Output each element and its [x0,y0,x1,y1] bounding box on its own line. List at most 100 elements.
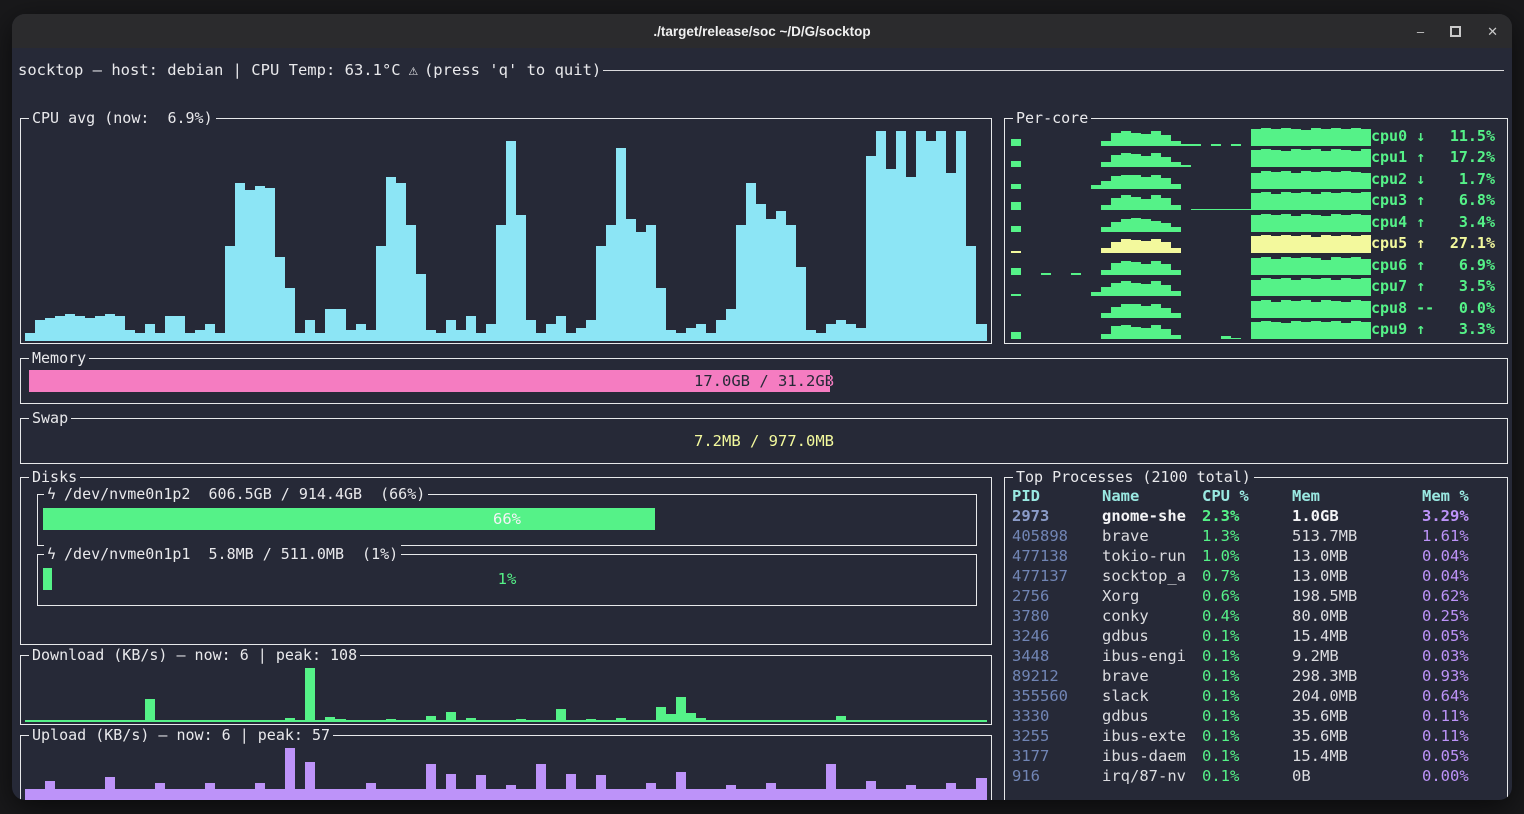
app-header: socktop — host: debian | CPU Temp: 63.1°… [18,61,1504,79]
chart-bar [806,720,816,722]
chart-bar [135,720,145,722]
core-sparkline [1011,213,1371,232]
core-label: cpu5↑27.1% [1371,234,1495,253]
chart-bar [105,720,115,722]
chart-bar [906,177,916,341]
chart-bar [386,789,396,800]
chart-bar [195,720,205,722]
chart-bar [145,699,155,722]
chart-bar [55,316,65,341]
core-label: cpu6↑6.9% [1371,256,1495,275]
process-cell: 0.64% [1422,686,1502,706]
core-sparkline [1011,191,1371,210]
chart-bar [806,330,816,341]
process-row: 3780conky0.4%80.0MB0.25% [1012,606,1502,626]
chart-bar [966,246,976,341]
process-cell: gdbus [1102,626,1202,646]
chart-bar [656,288,666,341]
process-cell: 3.29% [1422,506,1502,526]
sparkline-bar [1281,214,1291,232]
chart-bar [686,328,696,341]
chart-bar [135,333,145,341]
sparkline-bar [1341,129,1351,146]
sparkline-bar [1281,278,1291,296]
chart-bar [25,789,35,800]
process-table-header: PIDNameCPU %MemMem % [1012,486,1502,506]
chart-bar [776,789,786,800]
process-cell: 1.0% [1202,546,1292,566]
sparkline-bar [1251,150,1261,167]
sparkline-bar [1361,173,1371,189]
core-usage-value: 3.4% [1425,213,1495,231]
sparkline-bar [1161,135,1171,146]
sparkline-bar [1121,175,1131,189]
sparkline-bar [1151,221,1161,232]
chart-bar [946,173,956,341]
sparkline-bar [1121,195,1131,210]
core-sparkline [1011,148,1371,167]
chart-bar [726,309,736,341]
sparkline-bar [1261,171,1271,189]
chart-bar [626,789,636,800]
chart-bar [486,720,496,722]
sparkline-bar [1351,236,1361,253]
sparkline-bar [1161,157,1171,167]
maximize-icon[interactable] [1450,26,1461,37]
sparkline-bar [1191,209,1201,210]
sparkline-bar [1121,153,1131,167]
sparkline-bar [1141,328,1151,339]
chart-bar [496,789,506,800]
process-cell: 0.1% [1202,686,1292,706]
chart-bar [205,783,215,800]
process-cell: 0.93% [1422,666,1502,686]
close-icon[interactable]: ✕ [1487,25,1498,38]
chart-bar [486,789,496,800]
chart-bar [886,169,896,341]
chart-bar [686,713,696,722]
core-sparkline [1011,320,1371,339]
per-core-row: cpu7↑3.5% [1011,277,1501,296]
process-cell: 0.11% [1422,706,1502,726]
core-trend-icon: ↑ [1416,148,1425,166]
sparkline-bar [1181,165,1191,167]
chart-bar [596,246,606,341]
chart-bar [846,720,856,722]
disk1-title: /dev/nvme0n1p2 606.5GB / 914.4GB (66%) [64,485,425,503]
chart-bar [966,789,976,800]
sparkline-bar [1101,313,1111,318]
sparkline-bar [1141,219,1151,232]
sparkline-bar [1311,215,1321,232]
chart-bar [245,190,255,341]
sparkline-bar [1101,205,1111,210]
core-trend-icon: ↓ [1416,127,1425,145]
core-trend-icon: ↑ [1416,256,1425,274]
sparkline-bar [1281,323,1291,339]
chart-bar [836,716,846,722]
core-label: cpu2↓1.7% [1371,170,1495,189]
sparkline-bar [1011,139,1021,146]
chart-bar [135,789,145,800]
chart-bar [506,141,516,341]
chart-bar [706,789,716,800]
chart-bar [946,783,956,800]
sparkline-bar [1331,236,1341,253]
core-usage-value: 3.5% [1425,277,1495,295]
core-name: cpu7 [1371,277,1407,295]
cpu-avg-title: CPU avg (now: 6.9%) [29,109,216,127]
chart-bar [576,720,586,722]
minimize-icon[interactable]: – [1417,25,1424,38]
process-cell: 0.1% [1202,746,1292,766]
sparkline-bar [1111,155,1121,167]
window-titlebar[interactable]: ./target/release/soc ~/D/G/socktop – ✕ [12,14,1512,48]
core-label: cpu7↑3.5% [1371,277,1495,296]
process-cell: 35.6MB [1292,726,1422,746]
chart-bar [145,789,155,800]
process-cell: 89212 [1012,666,1102,686]
chart-bar [636,789,646,800]
sparkline-bar [1111,307,1121,318]
chart-bar [676,772,686,800]
quit-hint: (press 'q' to quit) [424,61,601,79]
chart-bar [436,789,446,800]
chart-bar [356,324,366,341]
chart-bar [956,789,966,800]
